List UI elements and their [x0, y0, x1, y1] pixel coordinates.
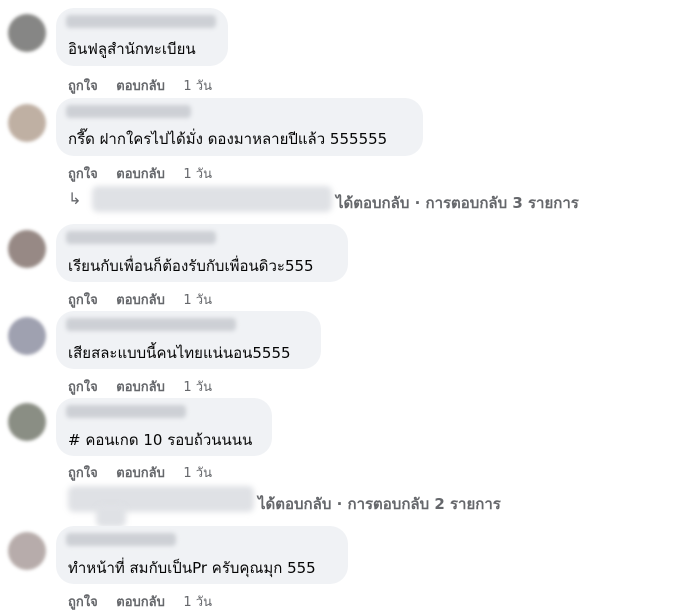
comment-actions: ถูกใจ ตอบกลับ 1 วัน: [68, 163, 226, 184]
reply-button[interactable]: ตอบกลับ: [116, 289, 165, 310]
comment-bubble: เสียสละแบบนี้คนไทยแน่นอน5555: [56, 311, 321, 369]
commenter-name-blurred[interactable]: [66, 105, 191, 118]
replies-count-text[interactable]: ได้ตอบกลับ · การตอบกลับ 2 รายการ: [258, 492, 501, 516]
avatar[interactable]: [8, 14, 46, 52]
commenter-name-blurred[interactable]: [66, 405, 186, 418]
comment-actions: ถูกใจ ตอบกลับ 1 วัน: [68, 376, 226, 397]
comment-bubble: กรี๊ด ฝากใครไปได้มั่ง ดองมาหลายปีแล้ว 55…: [56, 98, 423, 156]
comment-bubble: ทำหน้าที่ สมกับเป็นPr ครับคุณมุก 555: [56, 526, 348, 584]
like-button[interactable]: ถูกใจ: [68, 289, 98, 310]
like-button[interactable]: ถูกใจ: [68, 75, 98, 96]
like-button[interactable]: ถูกใจ: [68, 462, 98, 483]
replier-blurred: [96, 505, 126, 527]
avatar[interactable]: [8, 230, 46, 268]
commenter-name-blurred[interactable]: [66, 231, 216, 244]
replies-count-text[interactable]: ได้ตอบกลับ · การตอบกลับ 3 รายการ: [336, 191, 579, 215]
comment-bubble: เรียนกับเพื่อนก็ต้องรับกับเพื่อนดิวะ555: [56, 224, 348, 282]
comment-text: เสียสละแบบนี้คนไทยแน่นอน5555: [68, 344, 291, 362]
comment-actions: ถูกใจ ตอบกลับ 1 วัน: [68, 289, 226, 310]
reply-arrow-icon: ↳: [68, 189, 82, 208]
timestamp[interactable]: 1 วัน: [183, 462, 212, 483]
avatar[interactable]: [8, 403, 46, 441]
commenter-name-blurred[interactable]: [66, 533, 176, 546]
timestamp[interactable]: 1 วัน: [183, 75, 212, 96]
timestamp[interactable]: 1 วัน: [183, 289, 212, 310]
commenter-name-blurred[interactable]: [66, 318, 236, 331]
comment-text: # คอนเกด 10 รอบถ้วนนนน: [68, 431, 253, 449]
comment-bubble: # คอนเกด 10 รอบถ้วนนนน: [56, 398, 272, 456]
like-button[interactable]: ถูกใจ: [68, 376, 98, 397]
like-button[interactable]: ถูกใจ: [68, 591, 98, 612]
comment-text: กรี๊ด ฝากใครไปได้มั่ง ดองมาหลายปีแล้ว 55…: [68, 130, 388, 148]
timestamp[interactable]: 1 วัน: [183, 376, 212, 397]
reply-button[interactable]: ตอบกลับ: [116, 376, 165, 397]
reply-button[interactable]: ตอบกลับ: [116, 163, 165, 184]
comment-actions: ถูกใจ ตอบกลับ 1 วัน: [68, 462, 226, 483]
comment-actions: ถูกใจ ตอบกลับ 1 วัน: [68, 75, 226, 96]
avatar[interactable]: [8, 317, 46, 355]
reply-button[interactable]: ตอบกลับ: [116, 591, 165, 612]
timestamp[interactable]: 1 วัน: [183, 591, 212, 612]
avatar[interactable]: [8, 104, 46, 142]
comment-actions: ถูกใจ ตอบกลับ 1 วัน: [68, 591, 226, 612]
commenter-name-blurred[interactable]: [66, 15, 216, 28]
comment-bubble: อินฟลูสำนักทะเบียน: [56, 8, 228, 66]
comment-text: อินฟลูสำนักทะเบียน: [68, 40, 196, 58]
reply-button[interactable]: ตอบกลับ: [116, 462, 165, 483]
comment-text: ทำหน้าที่ สมกับเป็นPr ครับคุณมุก 555: [68, 559, 316, 577]
comment-text: เรียนกับเพื่อนก็ต้องรับกับเพื่อนดิวะ555: [68, 257, 314, 275]
reply-button[interactable]: ตอบกลับ: [116, 75, 165, 96]
replier-blurred: [92, 186, 332, 212]
like-button[interactable]: ถูกใจ: [68, 163, 98, 184]
avatar[interactable]: [8, 532, 46, 570]
timestamp[interactable]: 1 วัน: [183, 163, 212, 184]
